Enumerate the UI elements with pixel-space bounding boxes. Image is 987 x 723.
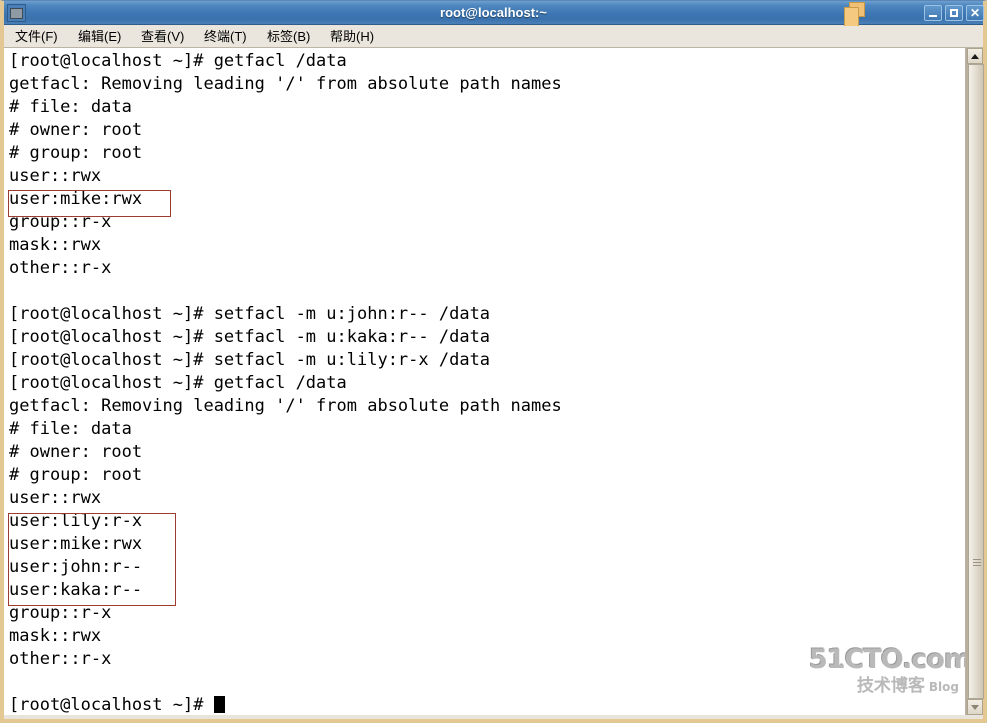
menu-item-4[interactable]: 标签(B) bbox=[264, 26, 313, 47]
scroll-down-arrow[interactable] bbox=[967, 699, 983, 715]
terminal-line: user::rwx bbox=[9, 166, 102, 186]
terminal-line: # group: root bbox=[9, 143, 143, 163]
scrollbar-thumb[interactable] bbox=[968, 64, 984, 699]
grip-line bbox=[973, 565, 981, 566]
terminal-line: # owner: root bbox=[9, 442, 143, 462]
terminal-line: user:mike:rwx bbox=[9, 534, 143, 554]
terminal-line: user:mike:rwx bbox=[9, 189, 143, 209]
maximize-button[interactable] bbox=[945, 5, 963, 21]
terminal-window: root@localhost:~ ✕ 文件(F) 编辑(E) 查看(V) 终端(T) 标… bbox=[0, 0, 987, 723]
scrollbar-grip bbox=[973, 559, 981, 566]
menu-item-2[interactable]: 查看(V) bbox=[138, 26, 187, 47]
terminal-line: [root@localhost ~]# getfacl /data bbox=[9, 373, 347, 393]
terminal-line: [root@localhost ~]# bbox=[9, 694, 562, 715]
terminal-line: user:john:r-- bbox=[9, 557, 143, 577]
vertical-scrollbar[interactable] bbox=[966, 48, 984, 715]
watermark-sub-text: 技术博客 bbox=[856, 676, 925, 696]
terminal-line: group::r-x bbox=[9, 603, 112, 623]
watermark-blog-tag: Blog bbox=[928, 680, 959, 694]
watermark-main: 51CTO.com bbox=[809, 644, 966, 675]
terminal-line: user::rwx bbox=[9, 488, 102, 508]
terminal-line: [root@localhost ~]# getfacl /data bbox=[9, 51, 347, 71]
terminal-output: [root@localhost ~]# getfacl /data getfacl… bbox=[9, 50, 562, 715]
terminal-line: group::r-x bbox=[9, 212, 112, 232]
scrollbar-track[interactable] bbox=[967, 64, 984, 699]
grip-line bbox=[973, 562, 981, 563]
title-bar[interactable]: root@localhost:~ ✕ bbox=[4, 1, 984, 29]
terminal-line: # group: root bbox=[9, 465, 143, 485]
terminal-line: user:lily:r-x bbox=[9, 511, 143, 531]
grip-line bbox=[973, 559, 981, 560]
terminal-line: mask::rwx bbox=[9, 626, 102, 646]
terminal-line: user:kaka:r-- bbox=[9, 580, 143, 600]
terminal-line: mask::rwx bbox=[9, 235, 102, 255]
watermark: 51CTO.com 技术博客 Blog bbox=[809, 644, 966, 701]
watermark-sub: 技术博客 Blog bbox=[809, 675, 959, 698]
terminal-line: getfacl: Removing leading '/' from absol… bbox=[9, 74, 562, 94]
terminal-line: # file: data bbox=[9, 97, 132, 117]
terminal-line: [root@localhost ~]# setfacl -m u:kaka:r-… bbox=[9, 327, 491, 347]
close-icon: ✕ bbox=[969, 6, 981, 20]
menu-item-3[interactable]: 终端(T) bbox=[201, 26, 250, 47]
close-button[interactable]: ✕ bbox=[966, 5, 984, 21]
chevron-up-icon bbox=[971, 53, 979, 59]
chevron-down-icon bbox=[971, 704, 979, 710]
menu-item-0[interactable]: 文件(F) bbox=[12, 26, 61, 47]
window-title: root@localhost:~ bbox=[440, 5, 547, 20]
menu-bar: 文件(F) 编辑(E) 查看(V) 终端(T) 标签(B) 帮助(H) bbox=[4, 26, 983, 48]
terminal-line: other::r-x bbox=[9, 258, 112, 278]
menu-item-5[interactable]: 帮助(H) bbox=[327, 26, 377, 47]
menu-item-1[interactable]: 编辑(E) bbox=[75, 26, 124, 47]
terminal-icon bbox=[7, 4, 26, 22]
terminal-screen[interactable]: [root@localhost ~]# getfacl /data getfacl… bbox=[4, 48, 966, 715]
terminal-icon-screen bbox=[10, 7, 23, 19]
terminal-line: # owner: root bbox=[9, 120, 143, 140]
terminal-line: getfacl: Removing leading '/' from absol… bbox=[9, 396, 562, 416]
minimize-icon bbox=[929, 15, 937, 17]
terminal-line: [root@localhost ~]# setfacl -m u:john:r-… bbox=[9, 304, 491, 324]
maximize-icon bbox=[950, 9, 958, 17]
scroll-up-arrow[interactable] bbox=[967, 48, 983, 64]
terminal-line: # file: data bbox=[9, 419, 132, 439]
terminal-line: other::r-x bbox=[9, 649, 112, 669]
terminal-line: [root@localhost ~]# setfacl -m u:lily:r-… bbox=[9, 350, 491, 370]
terminal-cursor bbox=[213, 696, 225, 713]
minimize-button[interactable] bbox=[924, 5, 942, 21]
